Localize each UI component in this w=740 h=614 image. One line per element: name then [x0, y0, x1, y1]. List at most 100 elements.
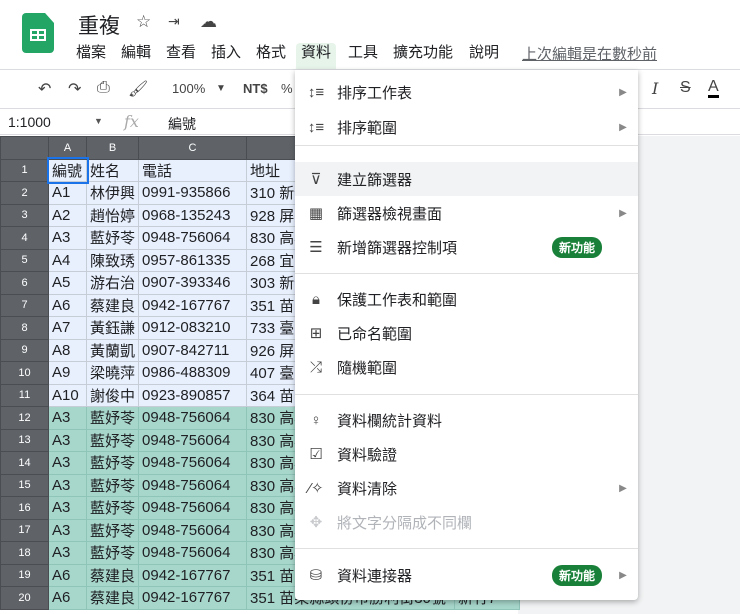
cell[interactable]: A1	[48, 181, 87, 205]
menu-item[interactable]: ↕≡ 排序範圍 ▶	[295, 110, 638, 144]
cell[interactable]: 梁曉萍	[85, 361, 140, 385]
menu-tools[interactable]: 工具	[343, 43, 383, 67]
menu-item[interactable]: ▦ 篩選器檢視畫面 ▶	[295, 196, 638, 230]
cell[interactable]: A7	[48, 316, 87, 340]
column-header[interactable]: C	[138, 136, 248, 160]
cell[interactable]: 藍妤苓	[85, 496, 140, 520]
menu-item[interactable]: 🔒︎ 保護工作表和範圍	[295, 282, 638, 316]
cell[interactable]: 藍妤苓	[85, 473, 140, 497]
cell[interactable]: 陳致琇	[85, 248, 140, 272]
cell[interactable]: A10	[48, 383, 87, 407]
cell[interactable]: 黃蘭凱	[85, 338, 140, 362]
cell[interactable]: 0912-083210	[138, 316, 248, 340]
currency-format-button[interactable]: NT$	[243, 81, 268, 96]
cell[interactable]: A3	[48, 496, 87, 520]
row-header[interactable]: 10	[0, 361, 49, 385]
paint-format-icon[interactable]: 🖌	[128, 79, 148, 99]
text-color-icon[interactable]: A	[708, 79, 719, 98]
cell[interactable]: A6	[48, 586, 87, 610]
cell[interactable]: 0957-861335	[138, 248, 248, 272]
cell[interactable]: 0991-935866	[138, 181, 248, 205]
column-header[interactable]: A	[48, 136, 87, 160]
cloud-saved-icon[interactable]: ☁	[200, 12, 217, 32]
cell[interactable]: 趙怡婷	[85, 203, 140, 227]
cell[interactable]: 藍妤苓	[85, 541, 140, 565]
cell[interactable]: A8	[48, 338, 87, 362]
cell[interactable]: 電話	[138, 158, 248, 182]
last-edit-link[interactable]: 上次編輯是在數秒前	[522, 43, 657, 64]
cell[interactable]: A3	[48, 428, 87, 452]
row-header[interactable]: 4	[0, 226, 49, 250]
cell[interactable]: A9	[48, 361, 87, 385]
cell[interactable]: A3	[48, 518, 87, 542]
italic-icon[interactable]: I	[652, 79, 658, 98]
menu-item[interactable]: ☰ 新增篩選器控制項 新功能	[295, 230, 638, 264]
menu-edit[interactable]: 編輯	[116, 43, 156, 67]
row-header[interactable]: 17	[0, 518, 49, 542]
cell[interactable]: 藍妤苓	[85, 406, 140, 430]
row-header[interactable]: 1	[0, 158, 49, 182]
menu-item[interactable]: ♀ 資料欄統計資料	[295, 403, 638, 437]
cell[interactable]: 0942-167767	[138, 563, 248, 587]
cell[interactable]: A3	[48, 541, 87, 565]
cell[interactable]: 姓名	[85, 158, 140, 182]
cell[interactable]: 0948-756064	[138, 518, 248, 542]
menu-item[interactable]: ⊽ 建立篩選器	[295, 162, 638, 196]
row-header[interactable]: 15	[0, 473, 49, 497]
cell[interactable]: 林伊興	[85, 181, 140, 205]
cell[interactable]: 0907-393346	[138, 271, 248, 295]
cell[interactable]: A3	[48, 226, 87, 250]
menu-item[interactable]: ☑ 資料驗證	[295, 437, 638, 471]
menu-help[interactable]: 說明	[464, 43, 504, 67]
move-folder-icon[interactable]: ⇥	[168, 13, 180, 30]
select-all-corner[interactable]	[0, 136, 49, 160]
menu-insert[interactable]: 插入	[206, 43, 246, 67]
cell[interactable]: A4	[48, 248, 87, 272]
cell[interactable]: 蔡建良	[85, 293, 140, 317]
cell[interactable]: 藍妤苓	[85, 451, 140, 475]
cell[interactable]: 蔡建良	[85, 563, 140, 587]
formula-input[interactable]: 編號	[168, 114, 196, 134]
cell[interactable]: 蔡建良	[85, 586, 140, 610]
menu-extensions[interactable]: 擴充功能	[388, 43, 458, 67]
zoom-select[interactable]: 100%	[172, 81, 205, 96]
cell[interactable]: 0948-756064	[138, 226, 248, 250]
cell[interactable]: 0968-135243	[138, 203, 248, 227]
cell[interactable]: A3	[48, 473, 87, 497]
row-header[interactable]: 20	[0, 586, 49, 610]
row-header[interactable]: 19	[0, 563, 49, 587]
sheets-logo[interactable]	[22, 13, 54, 53]
row-header[interactable]: 9	[0, 338, 49, 362]
cell[interactable]: 0948-756064	[138, 406, 248, 430]
row-header[interactable]: 14	[0, 451, 49, 475]
column-header[interactable]: B	[85, 136, 140, 160]
menu-format[interactable]: 格式	[251, 43, 291, 67]
cell[interactable]: 謝俊中	[85, 383, 140, 407]
row-header[interactable]: 13	[0, 428, 49, 452]
menu-item[interactable]: ⁄✧ 資料清除 ▶	[295, 471, 638, 505]
cell[interactable]: 0942-167767	[138, 586, 248, 610]
cell[interactable]: A6	[48, 563, 87, 587]
redo-icon[interactable]: ↷	[68, 79, 81, 99]
menu-view[interactable]: 查看	[161, 43, 201, 67]
strikethrough-icon[interactable]: S	[680, 79, 691, 97]
cell[interactable]: 0923-890857	[138, 383, 248, 407]
row-header[interactable]: 6	[0, 271, 49, 295]
document-title[interactable]: 重複	[78, 10, 120, 40]
cell[interactable]: A2	[48, 203, 87, 227]
cell[interactable]: 0948-756064	[138, 451, 248, 475]
print-icon[interactable]: ⎙	[97, 79, 110, 97]
row-header[interactable]: 2	[0, 181, 49, 205]
cell[interactable]: 0948-756064	[138, 496, 248, 520]
cell[interactable]: 藍妤苓	[85, 226, 140, 250]
cell[interactable]: 黃鈺謙	[85, 316, 140, 340]
cell[interactable]: 0907-842711	[138, 338, 248, 362]
cell[interactable]: 0948-756064	[138, 428, 248, 452]
cell[interactable]: A6	[48, 293, 87, 317]
menu-file[interactable]: 檔案	[71, 43, 111, 67]
row-header[interactable]: 8	[0, 316, 49, 340]
cell[interactable]: 0942-167767	[138, 293, 248, 317]
menu-item[interactable]: ⤮ 隨機範圍	[295, 350, 638, 384]
cell[interactable]: 0948-756064	[138, 541, 248, 565]
cell[interactable]: A3	[48, 451, 87, 475]
